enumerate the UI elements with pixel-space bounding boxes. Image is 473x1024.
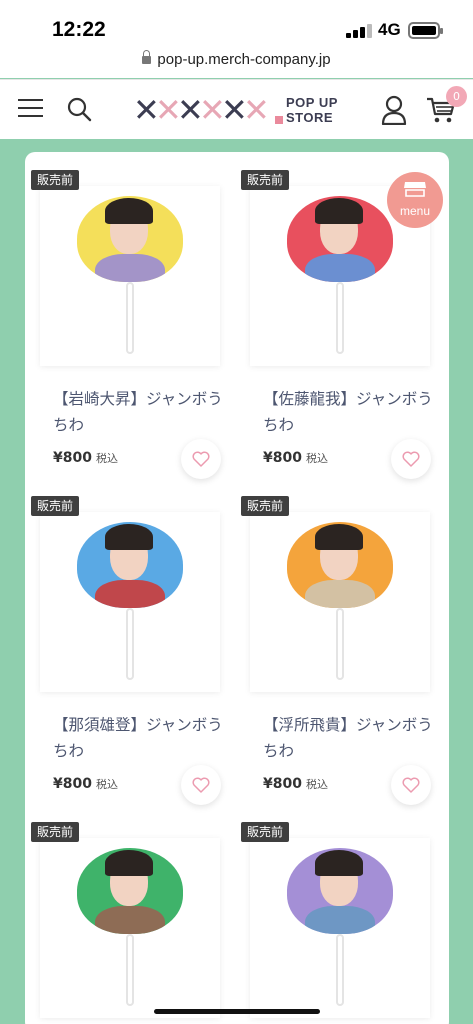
status-bar: 12:22 4G pop-up.merch-company.jp [0, 0, 473, 78]
figure-body [95, 254, 165, 282]
favorite-button[interactable] [391, 439, 431, 479]
uchiwa-fan [287, 848, 393, 934]
presale-badge: 販売前 [241, 170, 290, 190]
search-icon[interactable] [66, 96, 92, 122]
menu-label: menu [399, 204, 431, 218]
user-icon[interactable] [380, 95, 408, 125]
url-text: pop-up.merch-company.jp [157, 51, 331, 68]
uchiwa-fan [77, 848, 183, 934]
product-image[interactable] [40, 512, 220, 692]
figure-hair [315, 850, 363, 876]
favorite-button[interactable] [391, 765, 431, 805]
product-image[interactable] [250, 838, 430, 1018]
product-image[interactable] [40, 838, 220, 1018]
uchiwa-handle [336, 934, 344, 1006]
figure-body [305, 580, 375, 608]
favorite-button[interactable] [181, 439, 221, 479]
presale-badge: 販売前 [241, 496, 290, 516]
presale-badge: 販売前 [31, 170, 80, 190]
uchiwa-fan [77, 522, 183, 608]
site-header: ✕ ✕ ✕ ✕ ✕ ✕ POP UP STORE 0 [0, 79, 473, 139]
status-time: 12:22 [52, 18, 106, 41]
hamburger-icon[interactable] [18, 99, 43, 119]
figure-body [305, 906, 375, 934]
figure-body [95, 906, 165, 934]
uchiwa-fan [287, 522, 393, 608]
brand-line1: POP UP [286, 95, 338, 110]
heart-icon [192, 451, 210, 467]
uchiwa-handle [336, 282, 344, 354]
presale-badge: 販売前 [31, 822, 80, 842]
lock-icon [142, 50, 152, 64]
heart-icon [402, 451, 420, 467]
cart-count-badge: 0 [446, 86, 467, 107]
product-price: ¥800 税込 [53, 450, 118, 466]
brand-line2: STORE [286, 110, 334, 125]
uchiwa-fan [287, 196, 393, 282]
heart-icon [192, 777, 210, 793]
figure-body [305, 254, 375, 282]
presale-badge: 販売前 [31, 496, 80, 516]
floating-menu-button[interactable]: menu [387, 172, 443, 228]
product-price: ¥800 税込 [263, 776, 328, 792]
product-image[interactable] [40, 186, 220, 366]
uchiwa-fan [77, 196, 183, 282]
figure-hair [315, 198, 363, 224]
signal-icon [346, 24, 372, 38]
figure-body [95, 580, 165, 608]
product-panel: 販売前 【岩崎大昇】ジャンボうちわ ¥800 税込 販売前 【佐藤龍我】ジャンボ… [25, 152, 449, 1024]
favorite-button[interactable] [181, 765, 221, 805]
battery-icon [408, 22, 443, 39]
uchiwa-handle [126, 608, 134, 680]
address-bar[interactable]: pop-up.merch-company.jp [0, 50, 473, 68]
heart-icon [402, 777, 420, 793]
figure-hair [105, 198, 153, 224]
product-name[interactable]: 【那須雄登】ジャンボうちわ [53, 712, 223, 764]
brand-logo[interactable]: ✕ ✕ ✕ ✕ ✕ ✕ POP UP STORE [133, 94, 343, 126]
product-price: ¥800 税込 [263, 450, 328, 466]
home-indicator[interactable] [154, 1009, 320, 1014]
product-price: ¥800 税込 [53, 776, 118, 792]
product-image[interactable] [250, 512, 430, 692]
figure-hair [315, 524, 363, 550]
store-icon [404, 182, 426, 197]
presale-badge: 販売前 [241, 822, 290, 842]
product-name[interactable]: 【岩崎大昇】ジャンボうちわ [53, 386, 223, 438]
network-type: 4G [378, 20, 401, 39]
uchiwa-handle [336, 608, 344, 680]
product-name[interactable]: 【佐藤龍我】ジャンボうちわ [263, 386, 433, 438]
figure-hair [105, 524, 153, 550]
figure-hair [105, 850, 153, 876]
product-name[interactable]: 【浮所飛貴】ジャンボうちわ [263, 712, 433, 764]
uchiwa-handle [126, 934, 134, 1006]
uchiwa-handle [126, 282, 134, 354]
